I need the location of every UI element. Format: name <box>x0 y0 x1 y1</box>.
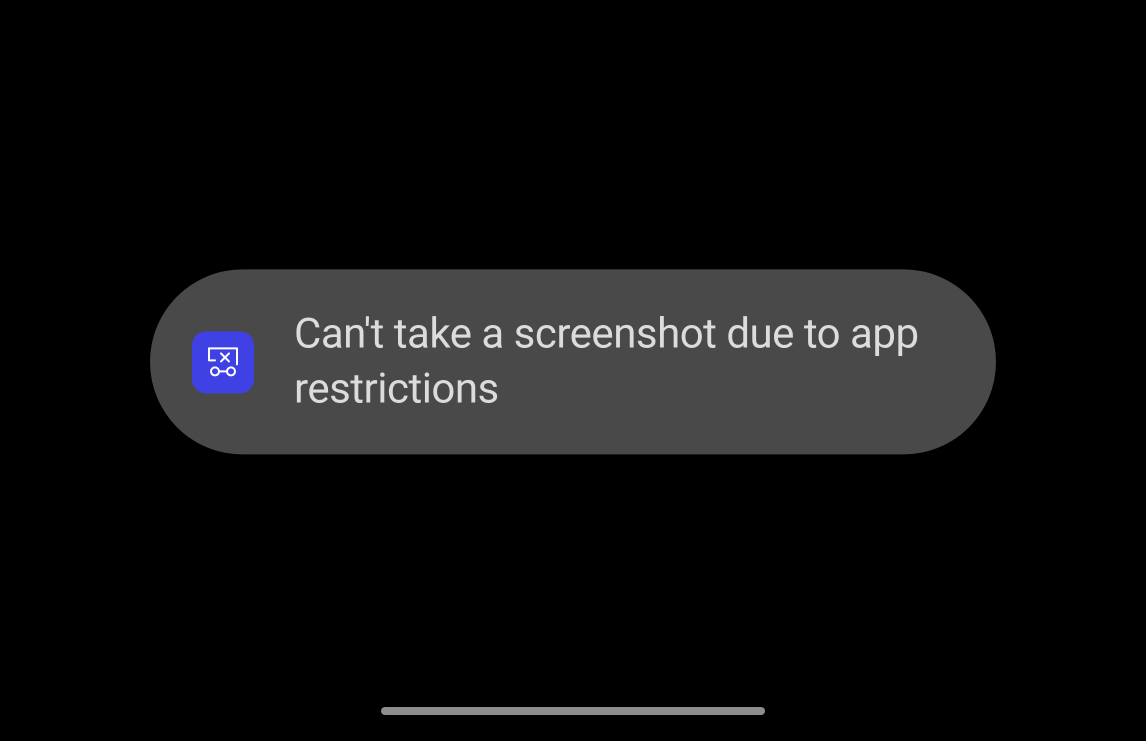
toast-message-text: Can't take a screenshot due to app restr… <box>294 307 926 416</box>
screenshot-blocked-icon <box>192 331 254 393</box>
home-indicator[interactable] <box>381 707 765 715</box>
toast-notification: Can't take a screenshot due to app restr… <box>150 269 996 454</box>
